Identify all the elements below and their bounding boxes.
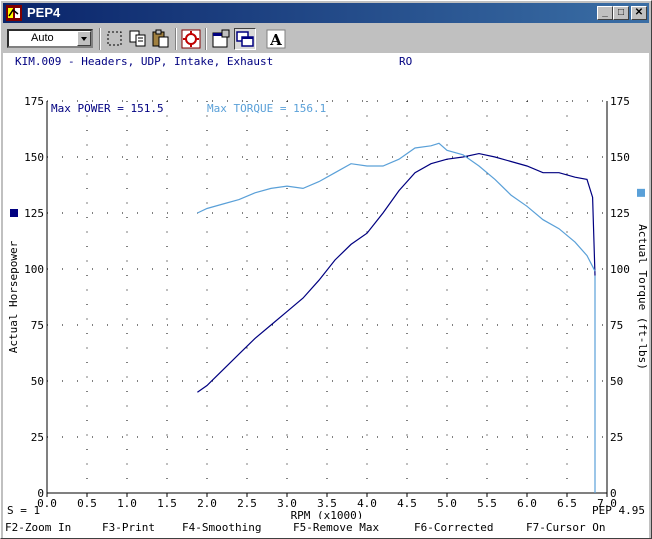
select-rect-icon (107, 31, 122, 46)
y-tick-label-left: 175 (24, 95, 44, 108)
x-tick-label: 1.0 (117, 497, 137, 510)
x-tick-label: 5.5 (477, 497, 497, 510)
max-power-label: Max POWER = 151.5 (51, 102, 164, 115)
y-tick-label-right: 125 (610, 207, 630, 220)
y-tick-label-left: 25 (31, 431, 44, 444)
font-glyph: A (269, 31, 282, 49)
function-key-bar: F2-Zoom In F3-Print F4-Smoothing F5-Remo… (3, 519, 649, 538)
target-icon (181, 29, 201, 49)
minimize-button[interactable]: _ (597, 6, 613, 20)
fkey-remove-max[interactable]: F5-Remove Max (293, 521, 379, 534)
pep-app-icon (6, 5, 22, 21)
target-button[interactable] (180, 28, 202, 50)
y-tick-label-right: 150 (610, 151, 630, 164)
maximize-icon: □ (617, 7, 625, 18)
paste-icon (152, 29, 169, 48)
maximize-button[interactable]: □ (613, 6, 629, 20)
x-axis-label: RPM (x1000) (291, 509, 364, 519)
y-axis-label-left: Actual Horsepower (7, 240, 20, 353)
copy-icon (129, 30, 146, 47)
mode-select[interactable]: Auto (7, 29, 93, 48)
y-tick-label-right: 100 (610, 263, 630, 276)
x-tick-label: 6.5 (557, 497, 577, 510)
fkey-smoothing[interactable]: F4-Smoothing (182, 521, 261, 534)
y-tick-label-right: 25 (610, 431, 623, 444)
dyno-plot-area[interactable]: KIM.009 - Headers, UDP, Intake, Exhaust … (3, 53, 649, 519)
series-line-power (197, 152, 596, 393)
font-icon: A (266, 29, 286, 49)
close-icon: ✕ (634, 7, 644, 18)
smoothing-status: S = 1 (7, 504, 40, 517)
copy-button[interactable] (127, 28, 149, 50)
y-tick-label-right: 50 (610, 375, 623, 388)
x-tick-label: 5.0 (437, 497, 457, 510)
toolbar-separator (99, 28, 101, 50)
toolbar-separator (205, 28, 207, 50)
toolbar-separator (175, 28, 177, 50)
x-tick-label: 2.0 (197, 497, 217, 510)
font-button[interactable]: A (265, 28, 287, 50)
chevron-down-icon[interactable] (77, 31, 91, 46)
select-rect-button[interactable] (104, 28, 126, 50)
y-tick-label-right: 75 (610, 319, 623, 332)
x-tick-label: 0.5 (77, 497, 97, 510)
y-tick-label-left: 75 (31, 319, 44, 332)
y-axis-label-right: Actual Torque (ft-lbs) (636, 224, 649, 370)
torque-axis-marker (637, 188, 645, 197)
y-tick-label-left: 50 (31, 375, 44, 388)
version-label: PEP 4.95 (592, 504, 645, 517)
power-axis-marker (10, 209, 18, 217)
series-line-torque (197, 142, 596, 272)
y-tick-label-left: 150 (24, 151, 44, 164)
window-title: PEP4 (27, 5, 61, 20)
dyno-chart: 0.0 0.5 1.0 1.5 2.0 2.5 3.0 3.5 4.0 4.5 5.0 5.5 6.0 6… (7, 95, 649, 519)
mode-select-value: Auto (31, 32, 54, 44)
y-tick-label-left: 0 (37, 487, 44, 500)
fkey-corrected[interactable]: F6-Corrected (414, 521, 493, 534)
fkey-print[interactable]: F3-Print (102, 521, 155, 534)
y-tick-label-right: 175 (610, 95, 630, 108)
x-tick-label: 4.5 (397, 497, 417, 510)
toolbar: Auto A (3, 25, 649, 53)
overlay-windows-icon (236, 31, 254, 47)
x-tick-label: 6.0 (517, 497, 537, 510)
properties-icon (212, 29, 230, 48)
title-bar[interactable]: PEP4 _ □ ✕ (3, 3, 649, 23)
fkey-cursor-on[interactable]: F7-Cursor On (526, 521, 605, 534)
properties-button[interactable] (210, 28, 232, 50)
y-tick-label-left: 125 (24, 207, 44, 220)
app-window: PEP4 _ □ ✕ Auto A KIM.009 - Headers, UDP… (0, 0, 652, 539)
paste-button[interactable] (150, 28, 172, 50)
y-tick-label-right: 0 (610, 487, 617, 500)
close-button[interactable]: ✕ (631, 6, 647, 20)
x-tick-label: 1.5 (157, 497, 177, 510)
overlay-windows-button[interactable] (234, 28, 256, 50)
max-torque-label: Max TORQUE = 156.1 (207, 102, 326, 115)
x-tick-label: 2.5 (237, 497, 257, 510)
minimize-icon: _ (602, 7, 608, 18)
fkey-zoom-in[interactable]: F2-Zoom In (5, 521, 71, 534)
y-tick-label-left: 100 (24, 263, 44, 276)
